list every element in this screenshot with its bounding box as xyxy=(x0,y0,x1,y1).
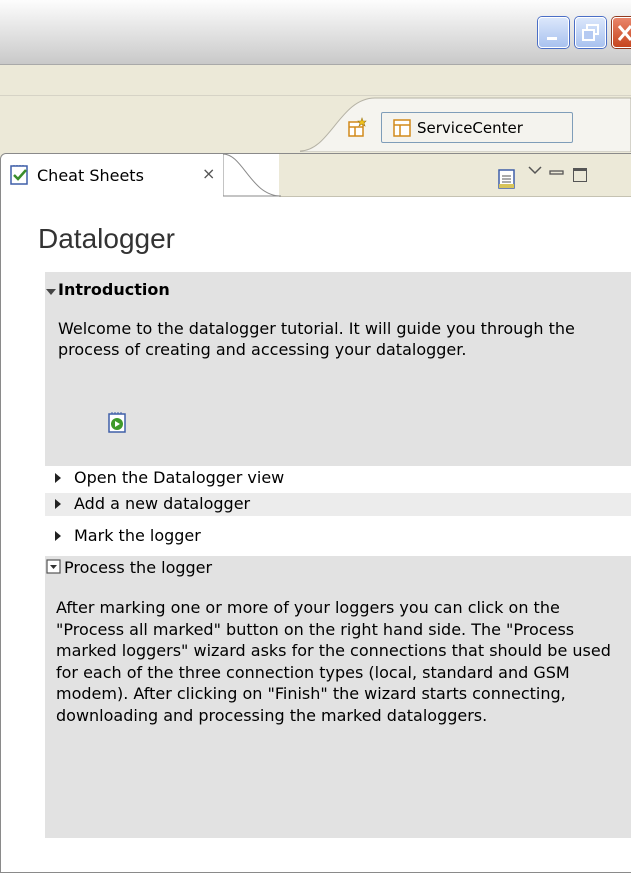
start-cheat-sheet-icon[interactable] xyxy=(106,411,130,435)
collapsed-triangle-icon[interactable] xyxy=(55,473,61,483)
perspective-icon xyxy=(393,119,411,137)
tab-close-icon[interactable]: × xyxy=(202,166,218,182)
collapse-toggle-icon[interactable] xyxy=(46,559,62,575)
restore-icon xyxy=(582,24,599,41)
intro-heading[interactable]: Introduction xyxy=(58,280,170,299)
close-button[interactable] xyxy=(612,17,631,48)
intro-body: Welcome to the datalogger tutorial. It w… xyxy=(58,319,575,359)
view-minimize-icon[interactable] xyxy=(549,168,565,178)
main-toolbar xyxy=(0,65,631,96)
list-item[interactable]: Add a new datalogger xyxy=(45,493,631,516)
item-label: Add a new datalogger xyxy=(74,494,251,513)
cheat-sheet-title: Datalogger xyxy=(38,223,175,254)
open-perspective-icon[interactable] xyxy=(347,117,369,139)
collapsed-triangle-icon[interactable] xyxy=(55,499,61,509)
cheat-sheet-icon xyxy=(10,165,28,185)
minimize-icon xyxy=(547,37,557,40)
intro-section xyxy=(45,272,631,466)
tab-curve xyxy=(223,154,282,197)
restore-button[interactable] xyxy=(575,17,606,48)
collapsed-triangle-icon[interactable] xyxy=(55,531,61,541)
cheat-sheet-menu-icon[interactable] xyxy=(497,168,517,190)
view-menu-chevron-icon[interactable] xyxy=(527,164,543,176)
view-tabstrip: Cheat Sheets × xyxy=(1,154,631,197)
perspective-servicecenter-button[interactable]: ServiceCenter xyxy=(381,112,573,143)
close-icon xyxy=(617,25,631,41)
minimize-button[interactable] xyxy=(538,17,569,48)
list-item[interactable]: Open the Datalogger view xyxy=(45,467,631,490)
view-maximize-icon[interactable] xyxy=(573,168,587,182)
title-bar xyxy=(0,0,631,65)
process-heading[interactable]: Process the logger xyxy=(64,558,212,577)
expand-triangle-icon[interactable] xyxy=(46,289,56,295)
tab-label: Cheat Sheets xyxy=(37,166,144,185)
process-body: After marking one or more of your logger… xyxy=(56,598,611,725)
item-label: Mark the logger xyxy=(74,526,201,545)
list-item[interactable]: Mark the logger xyxy=(45,525,631,548)
perspective-label: ServiceCenter xyxy=(417,119,523,137)
item-label: Open the Datalogger view xyxy=(74,468,285,487)
